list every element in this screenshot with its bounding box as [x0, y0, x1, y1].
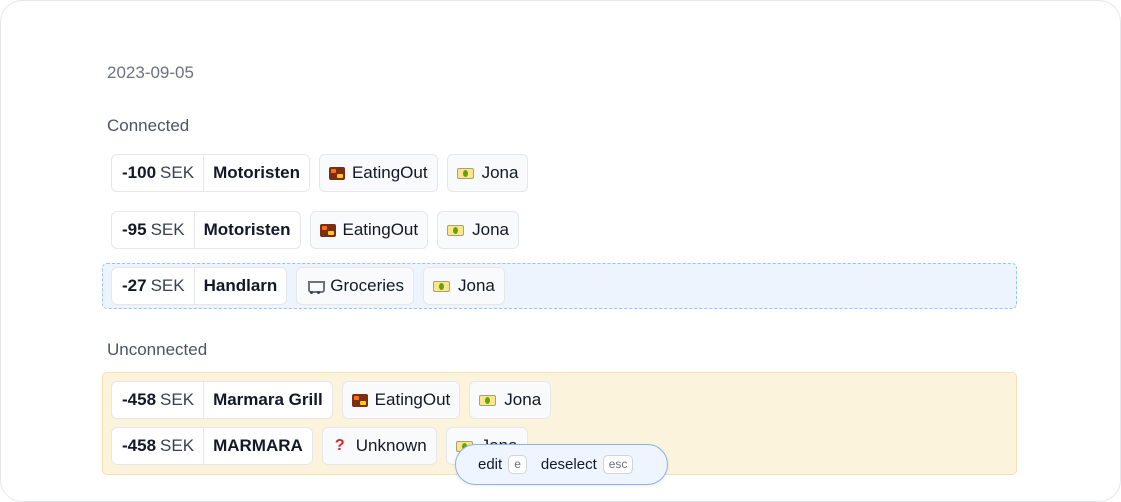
transactions-card: 2023-09-05 Connected -100 SEK Motoristen… — [0, 0, 1121, 502]
category-chip[interactable]: EatingOut — [309, 211, 429, 249]
amount-merchant-group[interactable]: -458 SEK MARMARA — [111, 427, 313, 465]
deselect-button[interactable]: deselect esc — [541, 455, 634, 474]
category-chip[interactable]: ? Unknown — [321, 427, 437, 465]
account-chip[interactable]: Jona — [446, 154, 529, 192]
date-heading: 2023-09-05 — [107, 63, 194, 82]
merchant-name: Handlarn — [203, 276, 278, 295]
connected-section-title: Connected — [107, 116, 190, 135]
banknote-icon — [432, 280, 450, 292]
merchant-name: Marmara Grill — [213, 390, 323, 409]
currency: SEK — [150, 276, 185, 295]
deselect-label: deselect — [540, 456, 597, 473]
account-chip[interactable]: Jona — [422, 267, 505, 305]
account-label: Jona — [504, 390, 542, 409]
amount: -100 SEK — [112, 155, 205, 191]
currency: SEK — [160, 436, 195, 455]
merchant-name: MARMARA — [213, 436, 303, 455]
account-label: Jona — [457, 276, 495, 295]
amount: -27 SEK — [112, 268, 195, 304]
amount: -458 SEK — [112, 428, 205, 464]
edit-label: edit — [478, 456, 503, 473]
banknote-icon — [456, 167, 474, 179]
bento-icon — [328, 166, 345, 180]
category-label: EatingOut — [342, 220, 419, 239]
category-label: EatingOut — [351, 163, 428, 182]
bento-icon — [319, 223, 336, 237]
amount-value: -95 — [122, 220, 147, 239]
category-label: Groceries — [330, 276, 404, 295]
amount-merchant-group[interactable]: -458 SEK Marmara Grill — [111, 381, 333, 419]
transaction-row-selected[interactable]: -27 SEK Handlarn Groceries Jona — [111, 267, 505, 305]
edit-shortcut-key: e — [508, 455, 527, 474]
account-chip[interactable]: Jona — [469, 381, 552, 419]
currency: SEK — [160, 163, 195, 182]
banknote-icon — [447, 224, 465, 236]
category-chip[interactable]: EatingOut — [318, 154, 438, 192]
unconnected-section-title: Unconnected — [107, 340, 208, 359]
amount-merchant-group[interactable]: -95 SEK Motoristen — [111, 211, 301, 249]
transaction-row[interactable]: -95 SEK Motoristen EatingOut Jona — [111, 211, 519, 249]
transaction-row[interactable]: -100 SEK Motoristen EatingOut Jona — [111, 154, 529, 192]
category-label: EatingOut — [374, 390, 451, 409]
question-mark-icon: ? — [334, 437, 345, 454]
category-chip[interactable]: Groceries — [296, 267, 414, 305]
amount: -458 SEK — [112, 382, 205, 418]
amount-merchant-group[interactable]: -27 SEK Handlarn — [111, 267, 288, 305]
amount-value: -100 — [122, 163, 157, 182]
amount-merchant-group[interactable]: -100 SEK Motoristen — [111, 154, 310, 192]
account-label: Jona — [481, 163, 519, 182]
category-chip[interactable]: EatingOut — [341, 381, 461, 419]
amount: -95 SEK — [112, 212, 195, 248]
selection-toolbar: edit e deselect esc — [455, 444, 668, 485]
banknote-icon — [479, 394, 497, 406]
edit-button[interactable]: edit e — [478, 455, 527, 474]
merchant-name: Motoristen — [213, 163, 300, 182]
bento-icon — [351, 393, 368, 407]
account-label: Jona — [472, 220, 509, 239]
amount-value: -458 — [122, 390, 157, 409]
amount-value: -458 — [122, 436, 157, 455]
currency: SEK — [160, 390, 195, 409]
category-label: Unknown — [355, 436, 427, 455]
currency: SEK — [150, 220, 185, 239]
merchant-name: Motoristen — [203, 220, 291, 239]
account-chip[interactable]: Jona — [437, 211, 519, 249]
amount-value: -27 — [122, 276, 147, 295]
cart-icon — [306, 279, 326, 294]
transaction-row[interactable]: -458 SEK Marmara Grill EatingOut Jona — [111, 381, 552, 419]
deselect-shortcut-key: esc — [602, 455, 634, 474]
